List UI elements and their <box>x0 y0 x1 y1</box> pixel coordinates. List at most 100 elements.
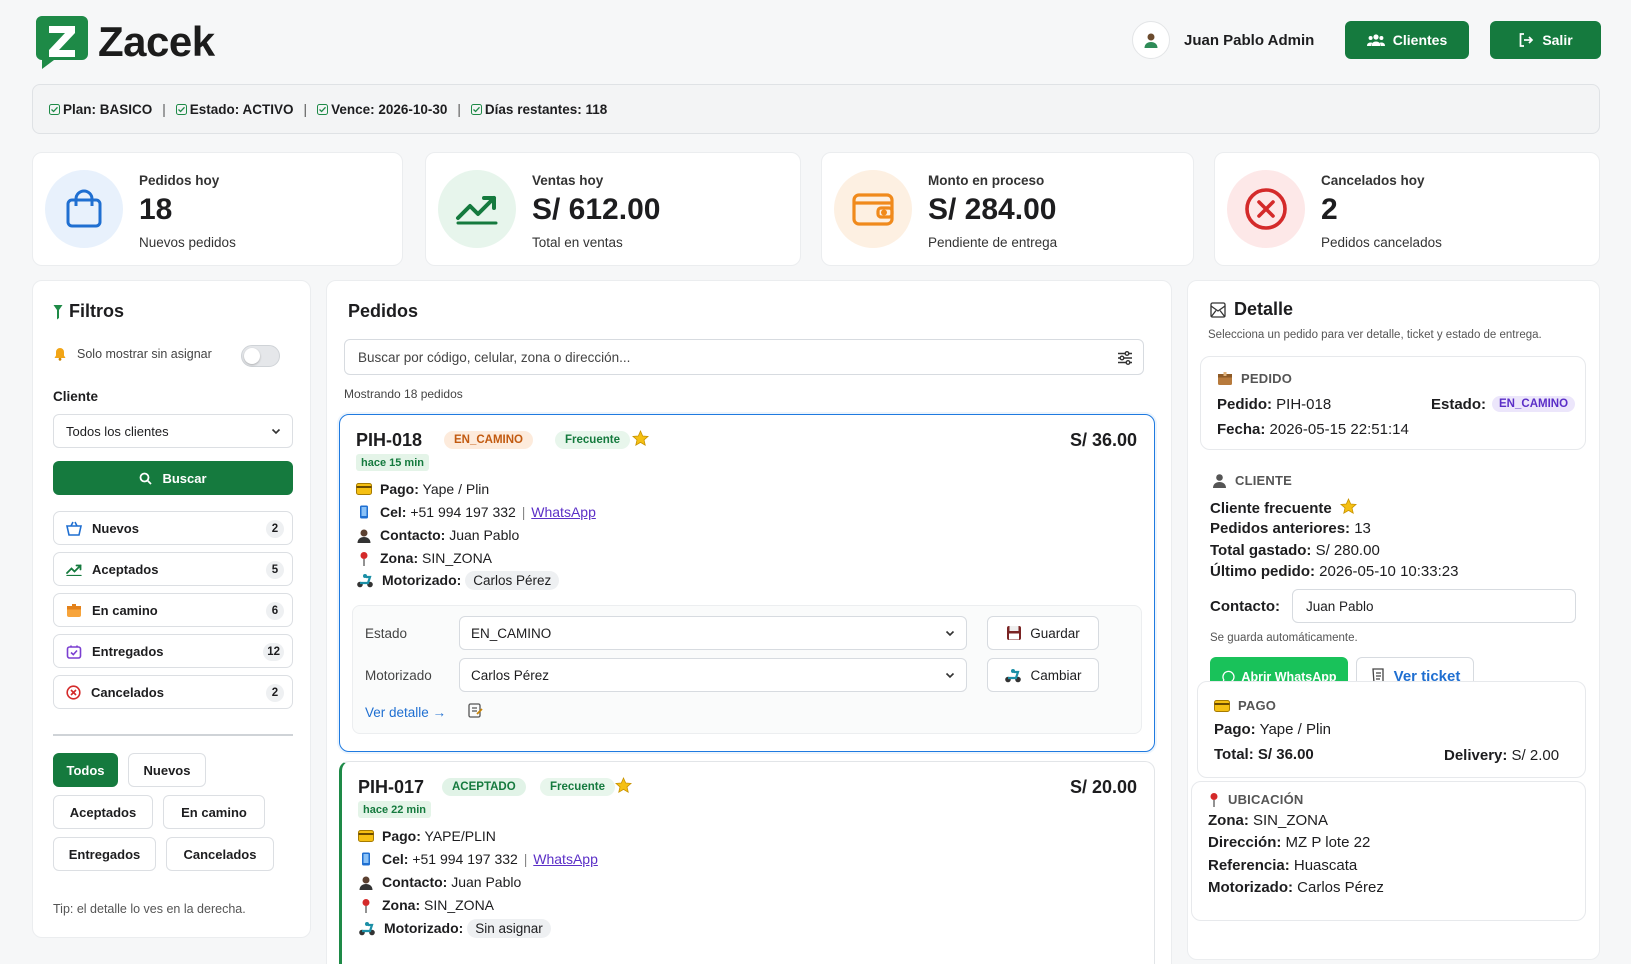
motorizado-select[interactable]: Carlos Pérez <box>459 658 967 692</box>
toggle-label: Solo mostrar sin asignar <box>77 347 212 361</box>
x-circle-icon <box>66 684 81 700</box>
star-icon <box>615 777 632 794</box>
stat-label: Monto en proceso <box>928 173 1045 188</box>
guardar-button[interactable]: Guardar <box>987 616 1099 650</box>
chip-entregados[interactable]: Entregados <box>53 837 156 871</box>
dias-item: Días restantes: 118 <box>470 101 608 117</box>
status-count: 2 <box>266 520 284 538</box>
order-actions-box: Estado EN_CAMINO Guardar Motorizado Carl… <box>352 605 1142 734</box>
x-circle-icon <box>1227 170 1305 248</box>
delivered-box-icon <box>66 645 82 659</box>
sliders-icon[interactable] <box>1117 350 1133 366</box>
motorizado-line: Motorizado: Sin asignar <box>358 919 551 938</box>
orders-title: Pedidos <box>348 301 419 321</box>
estado-select[interactable]: EN_CAMINO <box>459 616 967 650</box>
plan-item: Plan: BASICO <box>49 102 152 117</box>
search-icon <box>140 472 153 485</box>
autosave-note: Se guarda automáticamente. <box>1210 632 1358 644</box>
status-count: 6 <box>266 602 284 620</box>
order-code: PIH-018 <box>356 430 423 450</box>
filters-panel: Filtros Solo mostrar sin asignar Cliente… <box>32 280 311 938</box>
estado-label: Estado <box>365 626 408 641</box>
zona-line: Zona: SIN_ZONA <box>356 550 492 566</box>
unassigned-toggle[interactable] <box>241 345 280 367</box>
salir-button[interactable]: Salir <box>1490 21 1601 59</box>
clientes-button[interactable]: Clientes <box>1345 21 1469 59</box>
total-line: Total: S/ 36.00 <box>1214 746 1314 763</box>
detail-panel: Detalle Selecciona un pedido para ver de… <box>1187 280 1600 960</box>
tip-text: Tip: el detalle lo ves en la derecha. <box>53 902 246 916</box>
plan-text: Plan: BASICO <box>63 101 153 117</box>
user-icon <box>357 529 371 543</box>
chip-nuevos[interactable]: Nuevos <box>128 753 206 787</box>
pago-line: Pago: Yape / Plin <box>1214 721 1332 738</box>
save-icon <box>1007 626 1022 640</box>
dias-text: Días restantes: 118 <box>484 101 608 117</box>
clientes-label: Clientes <box>1392 32 1448 48</box>
phone-icon <box>360 505 368 519</box>
user-avatar-icon <box>1132 21 1170 59</box>
trending-up-icon <box>438 170 516 248</box>
status-filter-aceptados[interactable]: Aceptados 5 <box>53 552 293 586</box>
cliente-select[interactable]: Todos los clientes <box>53 414 293 448</box>
credit-card-icon <box>1214 699 1230 712</box>
status-count: 5 <box>266 561 284 579</box>
filter-icon <box>53 304 63 319</box>
separator: | <box>162 101 166 117</box>
whatsapp-link[interactable]: WhatsApp <box>533 851 598 867</box>
order-price: S/ 20.00 <box>1069 777 1137 797</box>
status-filter-en-camino[interactable]: En camino 6 <box>53 593 293 627</box>
stat-label: Pedidos hoy <box>139 173 220 188</box>
check-square-icon <box>470 103 482 115</box>
chip-aceptados[interactable]: Aceptados <box>53 795 153 829</box>
plan-status-bar: Plan: BASICO | Estado: ACTIVO | Vence: 2… <box>32 84 1600 134</box>
chevron-down-icon <box>945 630 955 637</box>
referencia-line: Referencia: Huascata <box>1208 857 1358 874</box>
credit-card-icon <box>358 830 374 842</box>
chip-cancelados[interactable]: Cancelados <box>166 837 274 871</box>
pin-icon <box>360 551 368 566</box>
chip-todos[interactable]: Todos <box>53 753 118 787</box>
wallet-icon <box>834 170 912 248</box>
pedido-header: PEDIDO <box>1217 371 1292 386</box>
status-filter-nuevos[interactable]: Nuevos 2 <box>53 511 293 545</box>
detail-title: Detalle <box>1210 299 1293 320</box>
estado-text: Estado: ACTIVO <box>189 101 294 117</box>
cambiar-button[interactable]: Cambiar <box>987 658 1099 692</box>
contacto-line: Contacto: Juan Pablo <box>356 527 519 543</box>
pago-header: PAGO <box>1214 698 1276 713</box>
cel-line: Cel: +51 994 197 332 | WhatsApp <box>358 851 598 867</box>
separator: | <box>457 101 461 117</box>
ultimo-line: Último pedido: 2026-05-10 10:33:23 <box>1210 563 1459 580</box>
stat-label: Cancelados hoy <box>1321 173 1425 188</box>
estado-badge: EN_CAMINO <box>1492 396 1576 412</box>
stat-label: Ventas hoy <box>532 173 604 188</box>
whatsapp-link[interactable]: WhatsApp <box>531 504 596 520</box>
order-card[interactable]: PIH-017 ACEPTADO Frecuente S/ 20.00 hace… <box>339 761 1155 964</box>
stat-sub: Pedidos cancelados <box>1321 235 1442 250</box>
order-age: hace 22 min <box>358 801 431 818</box>
note-icon[interactable] <box>468 702 483 718</box>
vence-text: Vence: 2026-10-30 <box>331 101 448 117</box>
stat-sub: Nuevos pedidos <box>139 235 236 250</box>
stat-value: S/ 612.00 <box>532 193 661 226</box>
trending-up-icon <box>66 564 82 576</box>
buscar-button[interactable]: Buscar <box>53 461 293 495</box>
ver-detalle-link[interactable]: Ver detalle → <box>365 705 446 720</box>
contacto-input[interactable]: Juan Pablo <box>1292 589 1576 623</box>
status-filter-entregados[interactable]: Entregados 12 <box>53 634 293 668</box>
status-filter-cancelados[interactable]: Cancelados 2 <box>53 675 293 709</box>
brand-logo[interactable]: Zacek <box>34 14 215 70</box>
user-chip[interactable]: Juan Pablo Admin <box>1132 21 1314 59</box>
logout-icon <box>1519 33 1534 47</box>
frecuente-badge: Frecuente <box>540 778 615 796</box>
motorizado-pill: Carlos Pérez <box>465 571 560 590</box>
search-input[interactable]: Buscar por código, celular, zona o direc… <box>344 339 1144 375</box>
order-age: hace 15 min <box>356 454 429 471</box>
divider <box>53 734 293 736</box>
chip-en-camino[interactable]: En camino <box>163 795 265 829</box>
estado-item: Estado: ACTIVO <box>175 101 294 117</box>
scooter-icon <box>357 573 373 587</box>
order-card[interactable]: PIH-018 EN_CAMINO Frecuente S/ 36.00 hac… <box>339 414 1155 752</box>
separator: | <box>303 101 308 117</box>
